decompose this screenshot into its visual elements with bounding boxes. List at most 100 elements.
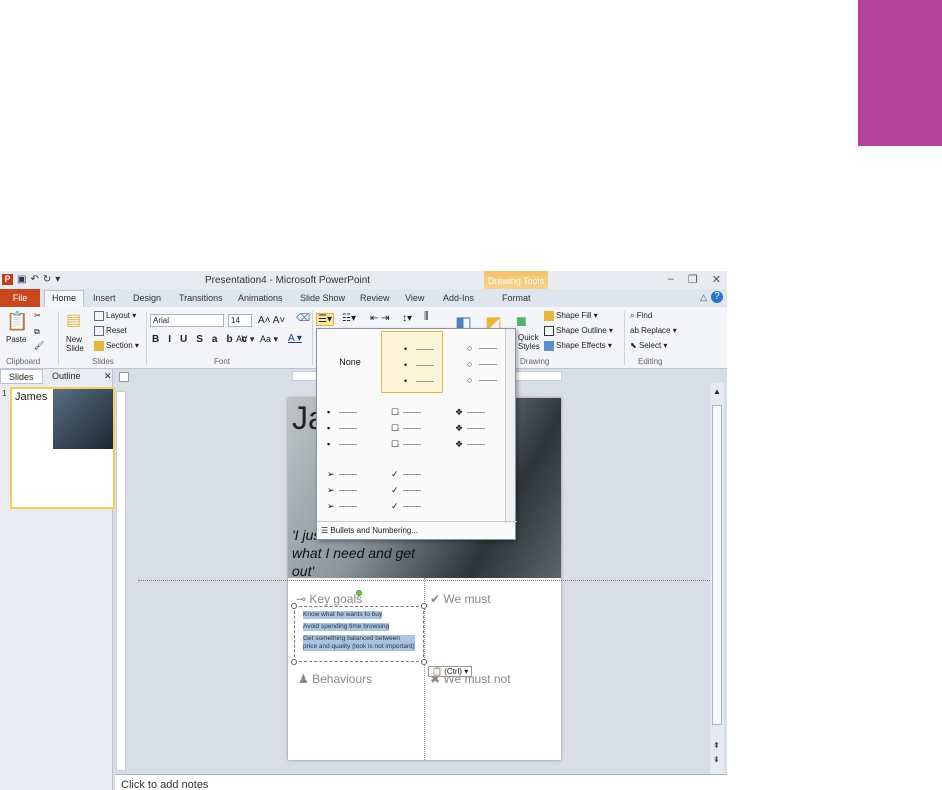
tab-animations[interactable]: Animations: [238, 293, 283, 303]
font-size-select[interactable]: 14: [228, 314, 252, 327]
bullet-marker: •: [404, 360, 408, 370]
bullet-option-arrow[interactable]: ➢ ➢ ➢: [319, 457, 381, 519]
key-goals-label[interactable]: ⊸ Key goals: [296, 592, 362, 606]
bullet-option-square[interactable]: ▪ ▪ ▪: [319, 395, 381, 457]
tab-outline[interactable]: Outline: [44, 369, 89, 384]
tab-selector-icon[interactable]: [119, 372, 129, 382]
layout-icon: [94, 311, 104, 321]
resize-handle[interactable]: [291, 659, 297, 665]
undo-icon[interactable]: ↶: [30, 274, 38, 285]
paste-button[interactable]: Paste: [6, 335, 26, 344]
rotate-handle[interactable]: [356, 590, 362, 596]
bullet-option-diamond[interactable]: ❖ ❖ ❖: [447, 395, 509, 457]
select-button[interactable]: ⬉ Select ▾: [630, 341, 667, 350]
we-must-label[interactable]: ✔ We must: [430, 592, 491, 606]
save-icon[interactable]: ▣: [17, 274, 26, 285]
tab-transitions[interactable]: Transitions: [179, 293, 223, 303]
quick-styles-button[interactable]: Quick Styles: [518, 333, 540, 351]
vertical-scrollbar[interactable]: ▲ ⇞ ⇟: [710, 383, 724, 778]
help-icon[interactable]: ?: [711, 291, 723, 303]
vertical-ruler[interactable]: [116, 391, 126, 771]
bullets-button[interactable]: ☰▾: [316, 313, 334, 326]
customize-qat-icon[interactable]: ▾: [55, 274, 60, 285]
shape-outline-button[interactable]: Shape Outline ▾: [544, 326, 613, 336]
redo-icon[interactable]: ↻: [43, 274, 51, 285]
layout-button[interactable]: Layout ▾: [94, 311, 136, 321]
bullet-marker: ✓: [391, 469, 399, 479]
change-case-icon[interactable]: Aa ▾: [260, 334, 278, 345]
tab-slides[interactable]: Slides: [0, 369, 43, 384]
behaviours-label[interactable]: ♟ Behaviours: [298, 672, 372, 686]
bullet-none-option[interactable]: None: [319, 331, 381, 393]
restore-icon[interactable]: ❐: [688, 273, 698, 286]
bullet-marker: ❖: [455, 439, 464, 449]
scroll-up-icon[interactable]: ▲: [713, 387, 721, 396]
tab-design[interactable]: Design: [133, 293, 161, 303]
bullet-marker: •: [404, 376, 408, 386]
paste-icon[interactable]: 📋: [6, 311, 28, 332]
font-color-icon[interactable]: A ▾: [288, 333, 302, 344]
tab-view[interactable]: View: [405, 293, 424, 303]
bullet-item[interactable]: Know what he wants to buy: [303, 611, 383, 619]
new-slide-icon[interactable]: ▤: [66, 310, 81, 330]
notes-pane[interactable]: Click to add notes: [115, 774, 727, 790]
bullet-option-check[interactable]: ✓ ✓ ✓: [383, 457, 445, 519]
cut-icon[interactable]: ✂: [34, 311, 41, 320]
paste-options-button[interactable]: 📋 (Ctrl) ▾: [428, 666, 473, 677]
powerpoint-app-icon[interactable]: P: [2, 274, 13, 285]
tab-add-ins[interactable]: Add-Ins: [443, 293, 474, 303]
tab-insert[interactable]: Insert: [93, 293, 116, 303]
next-slide-icon[interactable]: ⇟: [713, 755, 720, 764]
close-pane-icon[interactable]: ✕: [96, 369, 120, 384]
prev-slide-icon[interactable]: ⇞: [713, 741, 720, 750]
char-spacing-icon[interactable]: AV ▾: [236, 334, 254, 345]
bullet-item[interactable]: Get something balanced between price and…: [303, 635, 415, 651]
tab-slide-show[interactable]: Slide Show: [300, 293, 345, 303]
gallery-scrollbar[interactable]: [505, 329, 515, 523]
resize-handle[interactable]: [421, 603, 427, 609]
quick-styles-icon[interactable]: ■: [516, 311, 527, 332]
bullet-item[interactable]: Avoid spending time browsing: [303, 623, 390, 631]
bullet-line: [339, 506, 357, 508]
divider: [312, 311, 313, 365]
new-slide-button[interactable]: New Slide: [66, 335, 84, 353]
text-direction-icon[interactable]: ⫼: [424, 311, 429, 322]
shape-fill-button[interactable]: Shape Fill ▾: [544, 311, 598, 321]
tab-home[interactable]: Home: [44, 290, 84, 307]
section-button[interactable]: Section ▾: [94, 341, 139, 351]
replace-button[interactable]: ab Replace ▾: [630, 326, 677, 335]
numbering-button[interactable]: ☷▾: [342, 313, 356, 324]
format-painter-icon[interactable]: 🖌: [34, 341, 44, 350]
indent-icons[interactable]: ⇤ ⇥: [370, 313, 390, 324]
minimize-icon[interactable]: –: [668, 273, 674, 286]
group-editing-label: Editing: [638, 357, 663, 366]
reset-button[interactable]: Reset: [94, 326, 127, 336]
bullet-option-filled-round[interactable]: • • •: [381, 331, 443, 393]
scroll-thumb[interactable]: [712, 405, 722, 725]
font-name-select[interactable]: Arial: [150, 314, 224, 327]
resize-handle[interactable]: [421, 659, 427, 665]
bullet-marker: ➢: [327, 469, 335, 479]
find-label: Find: [636, 311, 653, 320]
close-icon[interactable]: ✕: [712, 273, 721, 286]
shape-effects-button[interactable]: Shape Effects ▾: [544, 341, 612, 351]
grow-font-icon[interactable]: A˄ A˅: [258, 315, 285, 326]
tab-format[interactable]: Format: [502, 293, 531, 303]
bullet-option-hollow-round[interactable]: ○ ○ ○: [445, 331, 507, 393]
clear-formatting-icon[interactable]: ⌫: [296, 313, 310, 324]
bullets-and-numbering-item[interactable]: ☰ Bullets and Numbering...: [317, 521, 517, 539]
resize-handle[interactable]: [291, 603, 297, 609]
slide-thumbnail[interactable]: James: [10, 387, 115, 509]
bullet-option-hollow-square[interactable]: ☐ ☐ ☐: [383, 395, 445, 457]
bullet-marker-row: ✓: [391, 483, 421, 497]
bullet-marker-row: ➢: [327, 467, 357, 481]
find-button[interactable]: ⌕ Find: [630, 311, 652, 321]
copy-icon[interactable]: ⧉: [34, 327, 40, 337]
check-icon: ✔: [430, 592, 441, 606]
line-spacing-icon[interactable]: ↕▾: [402, 313, 412, 324]
tab-file[interactable]: File: [0, 289, 40, 307]
tab-review[interactable]: Review: [360, 293, 390, 303]
reset-label: Reset: [106, 326, 127, 336]
collapse-ribbon-icon[interactable]: △: [700, 292, 707, 303]
bullet-marker-row: ✓: [391, 499, 421, 513]
